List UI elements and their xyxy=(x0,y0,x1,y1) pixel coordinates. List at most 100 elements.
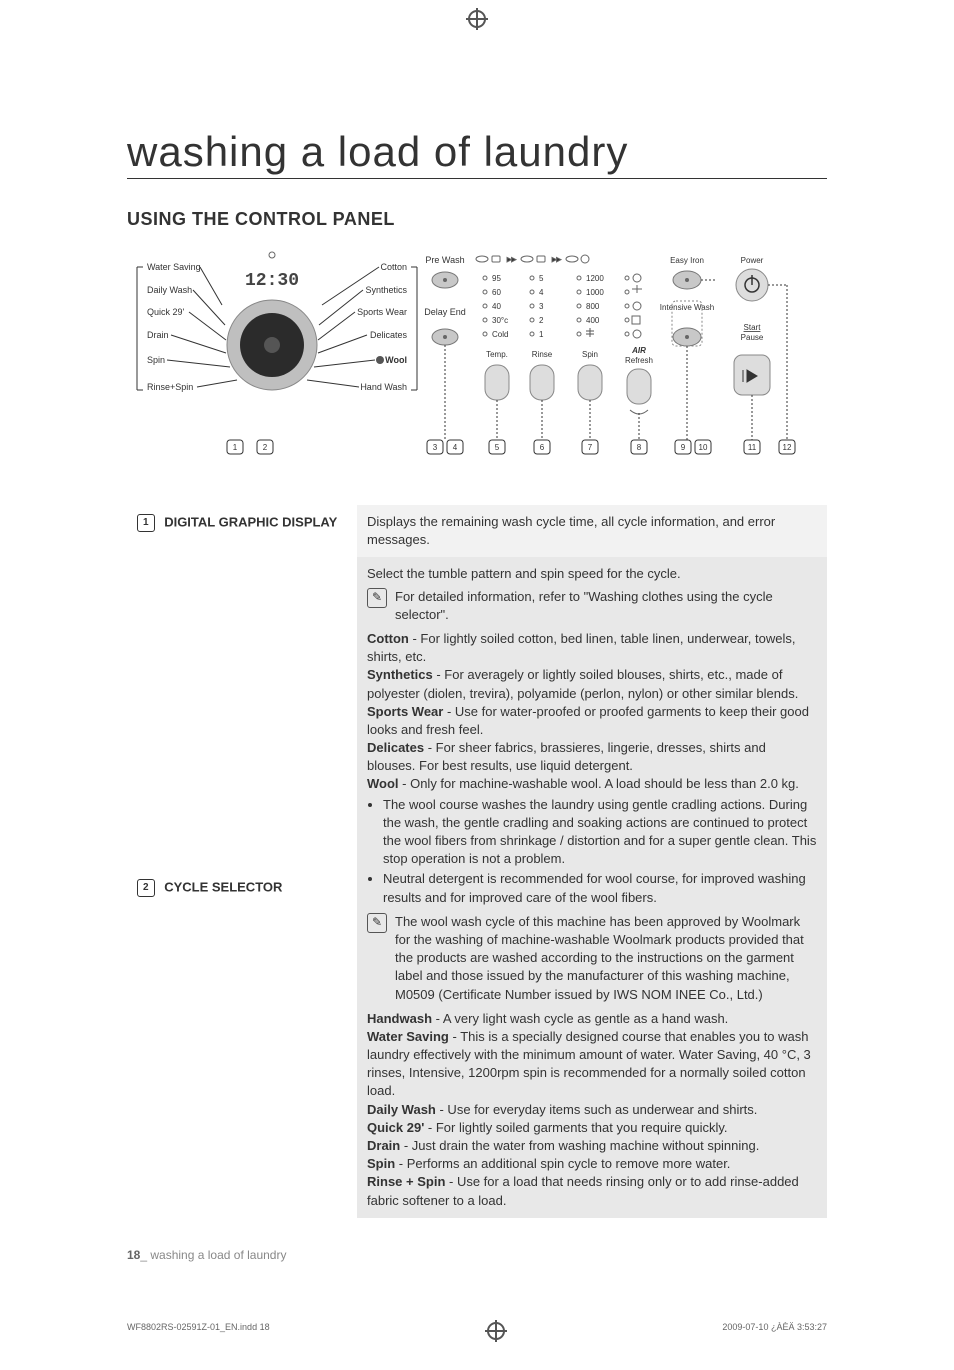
svg-text:Delay End: Delay End xyxy=(424,307,466,317)
def-rinsespin: Rinse + Spin - Use for a load that needs… xyxy=(367,1173,817,1209)
svg-text:Refresh: Refresh xyxy=(625,356,653,365)
def-spin: Spin - Performs an additional spin cycle… xyxy=(367,1155,817,1173)
svg-text:1: 1 xyxy=(233,443,238,452)
svg-text:1: 1 xyxy=(539,330,544,339)
row-num: 2 xyxy=(137,879,155,897)
svg-text:5: 5 xyxy=(495,443,500,452)
page-title: washing a load of laundry xyxy=(127,128,827,179)
dial-left-labels: Water Saving Daily Wash Quick 29' Drain … xyxy=(147,262,237,392)
svg-text:Wool: Wool xyxy=(385,355,407,365)
svg-text:800: 800 xyxy=(586,302,600,311)
rinse-column: 5 4 3 2 1 Rinse xyxy=(530,274,554,440)
svg-text:Easy Iron: Easy Iron xyxy=(670,256,704,265)
svg-text:Spin: Spin xyxy=(147,355,165,365)
print-footer: WF8802RS-02591Z-01_EN.indd 18 2009-07-10… xyxy=(67,1322,887,1340)
svg-text:60: 60 xyxy=(492,288,501,297)
dial-right-labels: Cotton Synthetics Sports Wear Delicates … xyxy=(307,262,407,392)
print-timestamp: 2009-07-10 ¿ÀÈÄ 3:53:27 xyxy=(722,1322,827,1340)
svg-text:Drain: Drain xyxy=(147,330,169,340)
svg-text:Pause: Pause xyxy=(741,333,764,342)
svg-text:400: 400 xyxy=(586,316,600,325)
svg-text:1000: 1000 xyxy=(586,288,604,297)
svg-text:Hand Wash: Hand Wash xyxy=(360,382,407,392)
svg-text:Rinse+Spin: Rinse+Spin xyxy=(147,382,193,392)
def-delicates: Delicates - For sheer fabrics, brassiere… xyxy=(367,739,817,775)
def-sportswear: Sports Wear - Use for water-proofed or p… xyxy=(367,703,817,739)
marker-row: 1 2 3 4 5 6 7 8 9 10 11 12 xyxy=(227,440,795,454)
registration-mark-bottom xyxy=(487,1322,505,1340)
svg-text:95: 95 xyxy=(492,274,501,283)
row-title: DIGITAL GRAPHIC DISPLAY xyxy=(164,514,337,529)
def-cotton: Cotton - For lightly soiled cotton, bed … xyxy=(367,630,817,666)
svg-text:11: 11 xyxy=(748,443,757,452)
svg-text:3: 3 xyxy=(539,302,544,311)
svg-text:3: 3 xyxy=(433,443,438,452)
svg-text:30°c: 30°c xyxy=(492,316,508,325)
note-icon: ✎ xyxy=(367,588,387,608)
svg-text:Daily Wash: Daily Wash xyxy=(147,285,192,295)
svg-text:Intensive Wash: Intensive Wash xyxy=(660,303,714,312)
svg-text:Power: Power xyxy=(741,256,764,265)
air-refresh-column: AIR Refresh xyxy=(625,274,653,440)
def-dailywash: Daily Wash - Use for everyday items such… xyxy=(367,1101,817,1119)
svg-text:40: 40 xyxy=(492,302,501,311)
svg-text:2: 2 xyxy=(263,443,268,452)
note-icon: ✎ xyxy=(367,913,387,933)
svg-text:Cold: Cold xyxy=(492,330,508,339)
intro: Select the tumble pattern and spin speed… xyxy=(367,565,817,583)
row-cycle-selector: 2 CYCLE SELECTOR Select the tumble patte… xyxy=(127,557,827,1217)
row-body: Select the tumble pattern and spin speed… xyxy=(357,557,827,1217)
control-panel-diagram: 12:30 Water Saving Daily Wash Quick 29' … xyxy=(127,240,827,480)
def-drain: Drain - Just drain the water from washin… xyxy=(367,1137,817,1155)
display-time: 12:30 xyxy=(245,271,299,291)
svg-text:2: 2 xyxy=(539,316,544,325)
svg-text:Temp.: Temp. xyxy=(486,350,508,359)
svg-text:Cotton: Cotton xyxy=(380,262,407,272)
svg-text:AIR: AIR xyxy=(631,346,646,355)
svg-text:12: 12 xyxy=(783,443,792,452)
note-cycle-selector-ref: ✎ For detailed information, refer to "Wa… xyxy=(367,588,817,624)
svg-text:Pre Wash: Pre Wash xyxy=(425,255,464,265)
svg-text:7: 7 xyxy=(588,443,593,452)
page-footer: 18_ washing a load of laundry xyxy=(127,1248,827,1262)
prewash-delay-column: Pre Wash Delay End xyxy=(424,255,466,440)
svg-text:Start: Start xyxy=(744,323,762,332)
svg-text:1200: 1200 xyxy=(586,274,604,283)
row-digital-display: 1 DIGITAL GRAPHIC DISPLAY Displays the r… xyxy=(127,505,827,557)
svg-text:Quick 29': Quick 29' xyxy=(147,307,185,317)
svg-text:Sports Wear: Sports Wear xyxy=(357,307,407,317)
svg-text:Synthetics: Synthetics xyxy=(365,285,407,295)
option-icons-row: ▸▸ ▸▸ xyxy=(476,254,589,264)
page-number: 18 xyxy=(127,1248,140,1262)
def-handwash: Handwash - A very light wash cycle as ge… xyxy=(367,1010,817,1028)
svg-text:4: 4 xyxy=(539,288,544,297)
wool-bullets: The wool course washes the laundry using… xyxy=(383,796,817,907)
svg-text:4: 4 xyxy=(453,443,458,452)
svg-text:8: 8 xyxy=(637,443,642,452)
note-woolmark: ✎ The wool wash cycle of this machine ha… xyxy=(367,913,817,1004)
def-quick29: Quick 29' - For lightly soiled garments … xyxy=(367,1119,817,1137)
page: washing a load of laundry USING THE CONT… xyxy=(67,28,887,1302)
power-start-column: Power Start Pause xyxy=(734,256,787,440)
def-watersaving: Water Saving - This is a specially desig… xyxy=(367,1028,817,1101)
row-num: 1 xyxy=(137,514,155,532)
svg-text:Rinse: Rinse xyxy=(532,350,553,359)
def-synthetics: Synthetics - For averagely or lightly so… xyxy=(367,666,817,702)
svg-text:Water Saving: Water Saving xyxy=(147,262,201,272)
footer-text: washing a load of laundry xyxy=(150,1248,286,1262)
row-title: CYCLE SELECTOR xyxy=(164,880,282,895)
section-heading: USING THE CONTROL PANEL xyxy=(127,209,827,230)
svg-text:10: 10 xyxy=(699,443,708,452)
print-file: WF8802RS-02591Z-01_EN.indd 18 xyxy=(127,1322,270,1340)
svg-text:Delicates: Delicates xyxy=(370,330,408,340)
description-table: 1 DIGITAL GRAPHIC DISPLAY Displays the r… xyxy=(127,505,827,1218)
svg-text:▸▸: ▸▸ xyxy=(507,254,517,264)
temp-column: 95 60 40 30°c Cold Temp. xyxy=(483,274,509,440)
svg-text:5: 5 xyxy=(539,274,544,283)
registration-mark-top xyxy=(468,10,486,28)
def-wool: Wool - Only for machine-washable wool. A… xyxy=(367,775,817,793)
svg-text:Spin: Spin xyxy=(582,350,598,359)
svg-text:9: 9 xyxy=(681,443,686,452)
row-body: Displays the remaining wash cycle time, … xyxy=(357,505,827,557)
svg-text:6: 6 xyxy=(540,443,545,452)
